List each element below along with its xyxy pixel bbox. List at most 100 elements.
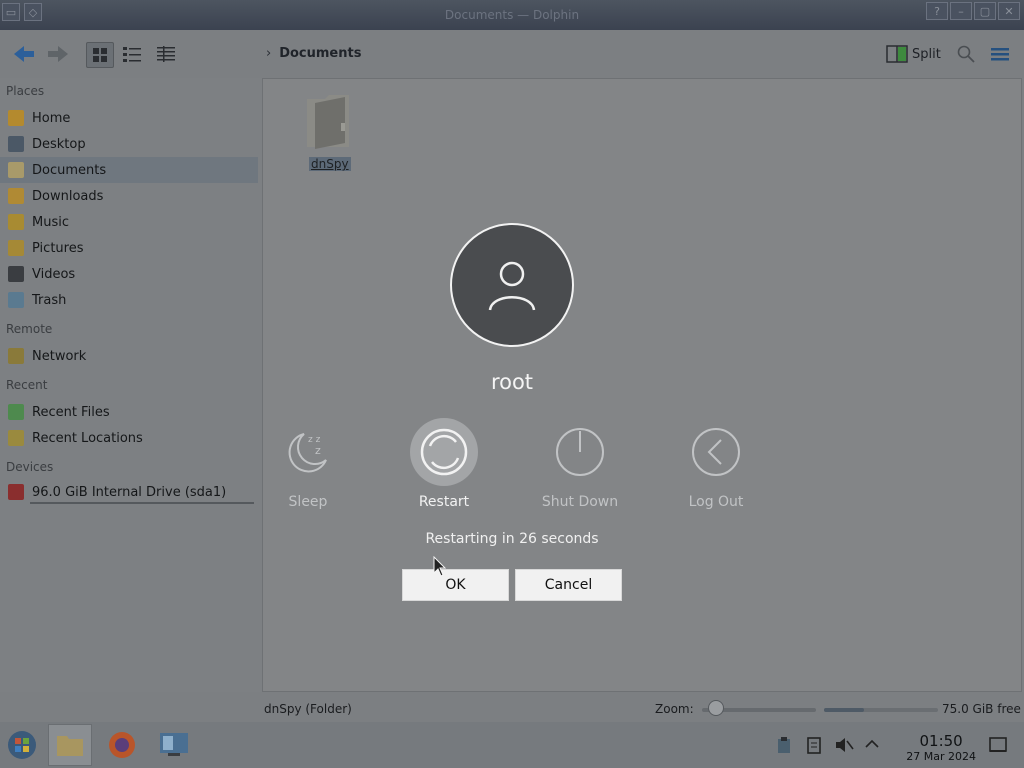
mouse-cursor-icon	[433, 556, 447, 577]
recent-locations-icon	[8, 430, 24, 446]
user-avatar	[450, 223, 574, 347]
shutdown-button[interactable]: Shut Down	[530, 424, 630, 510]
breadcrumb-current: Documents	[279, 46, 362, 61]
folder-label[interactable]: dnSpy	[309, 157, 351, 171]
sidebar-item-recent-locations[interactable]: Recent Locations	[0, 425, 258, 451]
sidebar-item-label: Videos	[32, 266, 76, 282]
start-menu-button[interactable]	[0, 724, 44, 766]
disk-usage-fill	[824, 708, 864, 712]
sidebar-item-desktop[interactable]: Desktop	[0, 131, 258, 157]
sidebar-item-label: Music	[32, 214, 69, 230]
forward-button[interactable]	[44, 42, 72, 66]
zoom-slider-handle[interactable]	[707, 700, 724, 716]
sidebar-item-label: Downloads	[32, 188, 104, 204]
clock-time: 01:50	[919, 732, 963, 750]
chevron-up-icon	[865, 739, 879, 748]
restart-countdown: Restarting in 26 seconds	[425, 531, 599, 547]
cancel-button[interactable]: Cancel	[515, 569, 622, 601]
clipboard-icon	[778, 737, 790, 753]
restart-label: Restart	[418, 494, 470, 510]
compact-view-icon	[123, 47, 141, 62]
svg-text:z: z	[315, 444, 321, 457]
drive-capacity-bar	[30, 502, 254, 504]
free-space-bar	[824, 708, 938, 712]
sleep-label: Sleep	[288, 494, 328, 510]
toolbar: Split	[0, 30, 1024, 78]
search-button[interactable]	[956, 42, 976, 66]
split-button[interactable]: Split	[886, 42, 941, 66]
downloads-icon	[8, 188, 24, 204]
volume-tray-icon[interactable]	[834, 736, 854, 758]
user-icon	[488, 261, 536, 311]
help-icon[interactable]: ?	[926, 2, 948, 20]
details-view-button[interactable]	[156, 42, 176, 66]
trash-icon	[8, 292, 24, 308]
ok-button[interactable]: OK	[402, 569, 509, 601]
breadcrumb[interactable]: › Documents	[266, 46, 361, 61]
selection-info: dnSpy (Folder)	[264, 702, 352, 716]
volume-muted-icon	[836, 738, 854, 752]
taskbar-dolphin[interactable]	[48, 724, 92, 766]
system-settings-icon	[160, 733, 188, 756]
username: root	[490, 370, 534, 394]
sidebar-item-network[interactable]: Network	[0, 343, 258, 369]
notes-tray-icon[interactable]	[806, 736, 822, 758]
window-titlebar[interactable]: ▭ ◇ Documents — Dolphin ? – ▢ ✕	[0, 0, 1024, 30]
split-view-icon	[886, 45, 908, 63]
zoom-label: Zoom:	[655, 702, 694, 716]
icons-view-icon	[93, 48, 107, 62]
firefox-icon	[109, 732, 135, 758]
sidebar-item-videos[interactable]: Videos	[0, 261, 258, 287]
clipboard-tray-icon[interactable]	[776, 736, 792, 758]
sidebar-item-documents[interactable]: Documents	[0, 157, 258, 183]
breadcrumb-chevron-icon: ›	[266, 46, 272, 61]
notes-icon	[807, 737, 821, 754]
back-arrow-icon	[14, 46, 34, 62]
show-hidden-tray-button[interactable]	[864, 736, 880, 756]
show-desktop-icon	[989, 737, 1007, 752]
sleep-button[interactable]: z zz Sleep	[258, 424, 358, 510]
minimize-icon[interactable]: –	[950, 2, 972, 20]
file-manager-icon	[57, 736, 83, 756]
restart-circle	[410, 418, 478, 486]
sidebar-item-home[interactable]: Home	[0, 105, 258, 131]
sidebar-item-recent-files[interactable]: Recent Files	[0, 399, 258, 425]
clock-date: 27 Mar 2024	[906, 750, 976, 763]
sidebar-item-downloads[interactable]: Downloads	[0, 183, 258, 209]
sidebar-item-label: Home	[32, 110, 71, 126]
sidebar-item-label: Documents	[32, 162, 107, 178]
logout-button[interactable]: Log Out	[666, 424, 766, 510]
logout-icon	[692, 428, 740, 476]
digital-clock[interactable]: 01:50 27 Mar 2024	[906, 732, 976, 763]
taskbar: 01:50 27 Mar 2024	[0, 722, 1024, 768]
hamburger-menu-button[interactable]	[990, 42, 1010, 66]
restart-button[interactable]: Restart	[394, 418, 494, 510]
documents-icon	[8, 162, 24, 178]
sidebar-item-trash[interactable]: Trash	[0, 287, 258, 313]
videos-icon	[8, 266, 24, 282]
show-desktop-button[interactable]	[988, 736, 1008, 758]
icons-view-button[interactable]	[86, 42, 114, 68]
restart-icon	[420, 428, 468, 476]
taskbar-firefox[interactable]	[100, 724, 144, 766]
sleep-circle: z zz	[280, 424, 336, 480]
section-devices: Devices	[6, 460, 54, 474]
back-button[interactable]	[10, 42, 38, 66]
music-icon	[8, 214, 24, 230]
pictures-icon	[8, 240, 24, 256]
sidebar-item-label: Recent Files	[32, 404, 110, 420]
recent-files-icon	[8, 404, 24, 420]
search-icon	[957, 45, 975, 63]
power-icon	[556, 428, 604, 476]
sidebar-item-pictures[interactable]: Pictures	[0, 235, 258, 261]
compact-view-button[interactable]	[122, 42, 142, 66]
maximize-icon[interactable]: ▢	[974, 2, 996, 20]
close-icon[interactable]: ✕	[998, 2, 1020, 20]
sidebar-item-label: Trash	[32, 292, 67, 308]
statusbar: dnSpy (Folder) Zoom: 75.0 GiB free	[0, 692, 1024, 722]
start-orb-icon	[8, 731, 36, 759]
sidebar-item-music[interactable]: Music	[0, 209, 258, 235]
logout-label: Log Out	[688, 494, 744, 510]
taskbar-app[interactable]	[152, 724, 196, 766]
sidebar-item-label: 96.0 GiB Internal Drive (sda1)	[32, 484, 227, 500]
